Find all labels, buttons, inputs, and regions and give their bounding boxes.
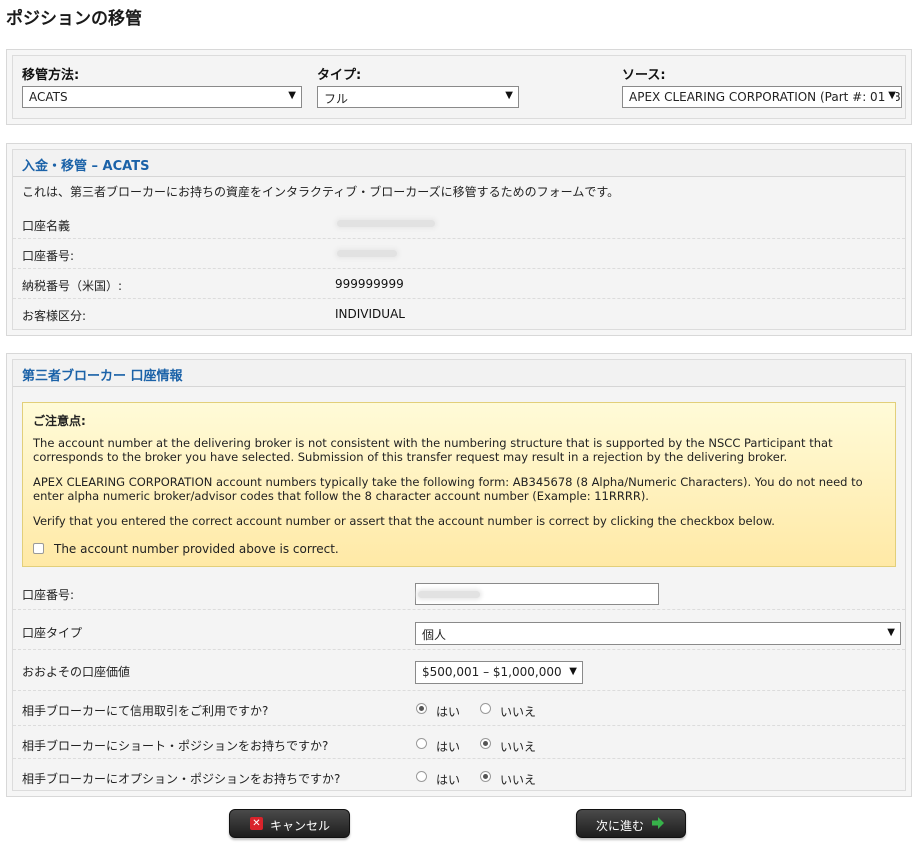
type-label: タイプ: [317, 68, 362, 83]
transfer-options-inner: 移管方法: ACATS ▼ タイプ: フル ▼ ソース: APEX CLEARI… [12, 55, 906, 119]
account-value-label: おおよその口座価値 [22, 665, 131, 679]
margin-no-label[interactable]: いいえ [500, 703, 536, 720]
caret-down-icon: ▼ [505, 90, 513, 101]
account-name-label: 口座名義 [22, 219, 71, 233]
tax-id-value: 999999999 [335, 277, 404, 291]
option-no-radio[interactable] [480, 771, 491, 782]
deposit-panel: 入金・移管 – ACATS これは、第三者ブローカーにお持ちの資産をインタラクテ… [6, 143, 912, 336]
form-row-account-type: 口座タイプ 個人 ▼ [13, 610, 905, 650]
tax-id-label: 納税番号（米国）: [22, 279, 123, 293]
option-no-label[interactable]: いいえ [500, 771, 536, 788]
account-type-label: 口座タイプ [22, 626, 83, 640]
short-yes-radio[interactable] [416, 738, 427, 749]
customer-type-label: お客様区分: [22, 309, 87, 323]
short-question-label: 相手ブローカーにショート・ポジションをお持ちですか? [22, 739, 329, 753]
third-party-title: 第三者ブローカー 口座情報 [22, 369, 183, 384]
form-row-option-question: 相手ブローカーにオプション・ポジションをお持ちですか? はい いいえ [13, 759, 905, 791]
account-number-label: 口座番号: [22, 249, 75, 263]
form-row-margin-question: 相手ブローカーにて信用取引をご利用ですか? はい いいえ [13, 691, 905, 726]
margin-question-label: 相手ブローカーにて信用取引をご利用ですか? [22, 704, 269, 718]
deposit-title: 入金・移管 – ACATS [22, 159, 150, 174]
customer-type-value: INDIVIDUAL [335, 307, 405, 321]
x-icon: ✕ [250, 817, 263, 830]
account-type-select[interactable]: 個人 ▼ [415, 622, 901, 645]
third-party-header: 第三者ブローカー 口座情報 [13, 360, 905, 387]
source-value: APEX CLEARING CORPORATION (Part #: 0158) [629, 90, 902, 104]
method-label: 移管方法: [22, 68, 80, 83]
cancel-button[interactable]: ✕ キャンセル [229, 809, 350, 838]
deposit-header: 入金・移管 – ACATS [13, 150, 905, 177]
method-value: ACATS [29, 90, 68, 104]
caret-down-icon: ▼ [885, 90, 896, 101]
form-row-account-number: 口座番号: [13, 573, 905, 610]
transfer-options-panel: 移管方法: ACATS ▼ タイプ: フル ▼ ソース: APEX CLEARI… [6, 49, 912, 125]
next-button-label: 次に進む [596, 819, 645, 833]
info-row-account-number: 口座番号: [13, 239, 905, 269]
third-party-panel: 第三者ブローカー 口座情報 ご注意点: The account number a… [6, 353, 912, 797]
caret-down-icon: ▼ [569, 666, 577, 677]
confirm-account-checkbox[interactable] [33, 543, 44, 554]
account-value-select[interactable]: $500,001 – $1,000,000 ▼ [415, 661, 583, 684]
account-number-input[interactable] [415, 583, 659, 605]
info-row-tax-id: 納税番号（米国）: 999999999 [13, 269, 905, 299]
redacted-input-value [418, 591, 480, 598]
margin-yes-radio[interactable] [416, 703, 427, 714]
source-label: ソース: [622, 68, 666, 83]
caret-down-icon: ▼ [288, 90, 296, 101]
method-select[interactable]: ACATS ▼ [22, 86, 302, 108]
source-select[interactable]: APEX CLEARING CORPORATION (Part #: 0158)… [622, 86, 902, 108]
option-yes-radio[interactable] [416, 771, 427, 782]
option-yes-label[interactable]: はい [436, 771, 460, 788]
redacted-account-number [337, 250, 397, 257]
form-row-account-value: おおよその口座価値 $500,001 – $1,000,000 ▼ [13, 650, 905, 691]
notice-box: ご注意点: The account number at the deliveri… [22, 402, 896, 567]
short-no-radio[interactable] [480, 738, 491, 749]
next-button[interactable]: 次に進む [576, 809, 686, 838]
margin-yes-label[interactable]: はい [436, 703, 460, 720]
notice-paragraph-2: APEX CLEARING CORPORATION account number… [33, 475, 863, 503]
redacted-account-name [337, 220, 435, 227]
short-yes-label[interactable]: はい [436, 738, 460, 755]
account-value-value: $500,001 – $1,000,000 [422, 665, 562, 679]
caret-down-icon: ▼ [887, 627, 895, 638]
info-row-customer-type: お客様区分: INDIVIDUAL [13, 299, 905, 328]
deposit-inner: 入金・移管 – ACATS これは、第三者ブローカーにお持ちの資産をインタラクテ… [12, 149, 906, 330]
deposit-intro: これは、第三者ブローカーにお持ちの資産をインタラクティブ・ブローカーズに移管する… [22, 185, 620, 199]
confirm-account-label[interactable]: The account number provided above is cor… [54, 542, 339, 556]
tp-account-number-label: 口座番号: [22, 588, 75, 602]
form-row-short-question: 相手ブローカーにショート・ポジションをお持ちですか? はい いいえ [13, 726, 905, 759]
type-value: フル [324, 92, 349, 106]
short-no-label[interactable]: いいえ [500, 738, 536, 755]
option-question-label: 相手ブローカーにオプション・ポジションをお持ちですか? [22, 772, 341, 786]
third-party-inner: 第三者ブローカー 口座情報 ご注意点: The account number a… [12, 359, 906, 791]
notice-paragraph-3: Verify that you entered the correct acco… [33, 514, 775, 528]
notice-paragraph-1: The account number at the delivering bro… [33, 436, 833, 464]
cancel-button-label: キャンセル [270, 819, 331, 833]
info-row-account-name: 口座名義 [13, 209, 905, 239]
type-select[interactable]: フル ▼ [317, 86, 519, 108]
account-type-value: 個人 [422, 628, 447, 642]
notice-title: ご注意点: [33, 414, 86, 428]
arrow-right-icon [652, 817, 664, 829]
margin-no-radio[interactable] [480, 703, 491, 714]
page-title: ポジションの移管 [6, 9, 142, 29]
